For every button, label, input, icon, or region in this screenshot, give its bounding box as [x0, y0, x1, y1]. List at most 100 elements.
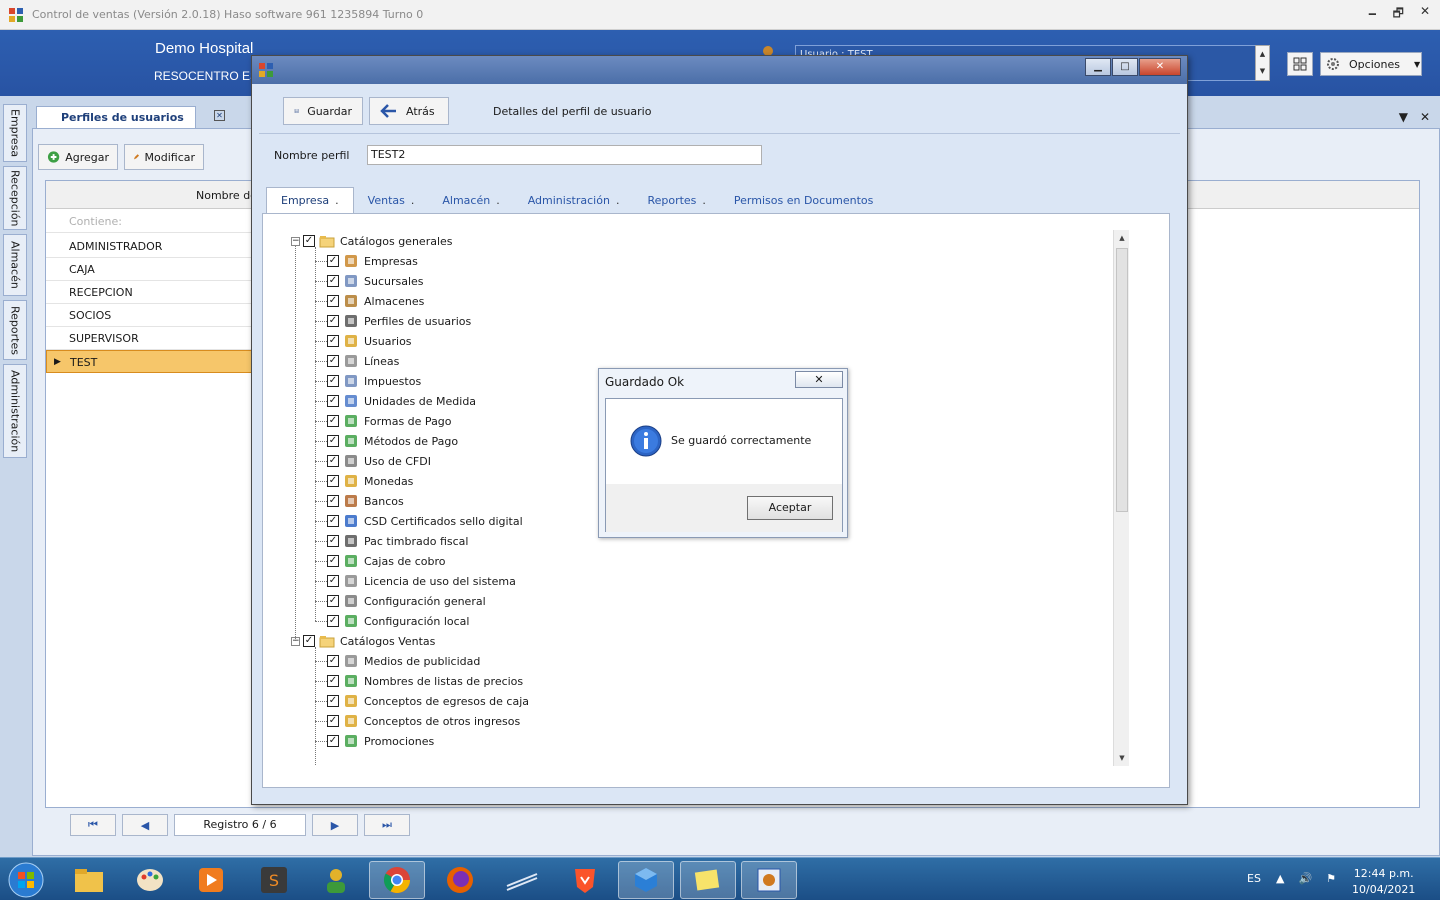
- tab-empresa[interactable]: Empresa.: [266, 187, 354, 213]
- collapse-icon[interactable]: −: [291, 236, 300, 246]
- next-record-button[interactable]: ▶: [312, 814, 358, 836]
- table-row[interactable]: SOCIOS: [46, 304, 256, 327]
- tree-item[interactable]: ✓ Impuestos: [327, 371, 421, 391]
- tab-ventas[interactable]: Ventas.: [354, 187, 429, 213]
- minimize-icon[interactable]: 🗕: [1368, 4, 1377, 25]
- permission-checkbox[interactable]: ✓: [327, 375, 339, 387]
- close-icon[interactable]: ✕: [1420, 4, 1430, 25]
- save-button[interactable]: Guardar: [283, 97, 363, 125]
- user-info-scroll[interactable]: ▲ ▼: [1255, 45, 1270, 81]
- side-tab-reportes[interactable]: Reportes: [3, 300, 27, 360]
- tree-item[interactable]: ✓ Configuración general: [327, 591, 486, 611]
- permission-checkbox[interactable]: ✓: [327, 255, 339, 267]
- taskbar-firefox[interactable]: [432, 861, 488, 899]
- permission-checkbox[interactable]: ✓: [327, 335, 339, 347]
- tree-item[interactable]: ✓ Formas de Pago: [327, 411, 452, 431]
- tree-item[interactable]: ✓ Promociones: [327, 731, 434, 751]
- dialog-close-button[interactable]: ✕: [795, 371, 843, 388]
- permission-checkbox[interactable]: ✓: [327, 695, 339, 707]
- tree-item[interactable]: ✓ Usuarios: [327, 331, 412, 351]
- taskbar-app-blue[interactable]: [618, 861, 674, 899]
- permission-checkbox[interactable]: ✓: [327, 395, 339, 407]
- tree-item[interactable]: ✓ Pac timbrado fiscal: [327, 531, 468, 551]
- tab-permisos-documentos[interactable]: Permisos en Documentos: [720, 187, 887, 213]
- permission-checkbox[interactable]: ✓: [327, 715, 339, 727]
- taskbar-explorer[interactable]: [61, 861, 117, 899]
- add-profile-button[interactable]: Agregar: [38, 144, 118, 170]
- tree-item[interactable]: ✓ Almacenes: [327, 291, 424, 311]
- permission-checkbox[interactable]: ✓: [327, 615, 339, 627]
- permission-checkbox[interactable]: ✓: [327, 315, 339, 327]
- close-tab-icon[interactable]: ✕: [214, 110, 225, 121]
- tree-item[interactable]: ✓ Unidades de Medida: [327, 391, 476, 411]
- detail-close-button[interactable]: ✕: [1139, 58, 1181, 76]
- permission-checkbox[interactable]: ✓: [327, 435, 339, 447]
- taskbar-app-lines[interactable]: [494, 861, 550, 899]
- tab-reportes[interactable]: Reportes.: [633, 187, 719, 213]
- taskbar-user-app[interactable]: [308, 861, 364, 899]
- taskbar-paint[interactable]: [122, 861, 178, 899]
- first-record-button[interactable]: ⏮: [70, 814, 116, 836]
- tree-item[interactable]: ✓ Métodos de Pago: [327, 431, 458, 451]
- permission-checkbox[interactable]: ✓: [327, 415, 339, 427]
- tree-item[interactable]: ✓ Licencia de uso del sistema: [327, 571, 516, 591]
- scroll-down-icon[interactable]: ▼: [1114, 750, 1130, 766]
- side-tab-administracion[interactable]: Administración: [3, 364, 27, 458]
- tree-item[interactable]: ✓ Perfiles de usuarios: [327, 311, 471, 331]
- close-doc-icon[interactable]: ✕: [1420, 110, 1430, 124]
- prev-record-button[interactable]: ◀: [122, 814, 168, 836]
- windows-start-icon[interactable]: [6, 861, 46, 899]
- back-button[interactable]: Atrás: [369, 97, 449, 125]
- profile-name-input[interactable]: TEST2: [367, 145, 762, 165]
- tree-item[interactable]: ✓ Cajas de cobro: [327, 551, 445, 571]
- permission-checkbox[interactable]: ✓: [303, 235, 315, 247]
- permission-checkbox[interactable]: ✓: [327, 455, 339, 467]
- tree-item[interactable]: ✓ Monedas: [327, 471, 413, 491]
- side-tab-recepcion[interactable]: Recepción: [3, 166, 27, 230]
- permission-checkbox[interactable]: ✓: [327, 555, 339, 567]
- scroll-thumb[interactable]: [1116, 248, 1128, 512]
- tree-item[interactable]: ✓ Uso de CFDI: [327, 451, 431, 471]
- tree-item[interactable]: ✓ Líneas: [327, 351, 399, 371]
- permission-checkbox[interactable]: ✓: [327, 735, 339, 747]
- restore-icon[interactable]: 🗗: [1393, 4, 1404, 25]
- taskbar-sticky-notes[interactable]: [680, 861, 736, 899]
- detail-maximize-button[interactable]: □: [1112, 58, 1138, 76]
- last-record-button[interactable]: ⏭: [364, 814, 410, 836]
- permission-checkbox[interactable]: ✓: [327, 355, 339, 367]
- tree-item[interactable]: ✓ CSD Certificados sello digital: [327, 511, 523, 531]
- tree-item[interactable]: ✓ Conceptos de otros ingresos: [327, 711, 520, 731]
- side-tab-empresa[interactable]: Empresa: [3, 104, 27, 162]
- permission-checkbox[interactable]: ✓: [327, 535, 339, 547]
- permission-checkbox[interactable]: ✓: [327, 495, 339, 507]
- tray-language[interactable]: ES: [1247, 872, 1261, 885]
- grid-filter-input[interactable]: Contiene:: [46, 211, 256, 233]
- permission-checkbox[interactable]: ✓: [327, 575, 339, 587]
- taskbar-sublime[interactable]: S: [246, 861, 302, 899]
- tab-administracion[interactable]: Administración.: [514, 187, 634, 213]
- accept-button[interactable]: Aceptar: [747, 496, 833, 520]
- table-row[interactable]: CAJA: [46, 258, 256, 281]
- permission-checkbox[interactable]: ✓: [327, 595, 339, 607]
- tree-group-catalogos-ventas[interactable]: − ✓ Catálogos Ventas: [291, 631, 435, 651]
- taskbar-chrome[interactable]: [369, 861, 425, 899]
- permission-checkbox[interactable]: ✓: [327, 655, 339, 667]
- table-row[interactable]: ADMINISTRADOR: [46, 235, 256, 258]
- permission-checkbox[interactable]: ✓: [327, 475, 339, 487]
- network-icon[interactable]: ⚑: [1326, 872, 1336, 885]
- tree-item[interactable]: ✓ Empresas: [327, 251, 418, 271]
- tree-item[interactable]: ✓ Bancos: [327, 491, 404, 511]
- permission-checkbox[interactable]: ✓: [327, 275, 339, 287]
- taskbar-brave[interactable]: [557, 861, 613, 899]
- tree-item[interactable]: ✓ Nombres de listas de precios: [327, 671, 523, 691]
- tree-item[interactable]: ✓ Configuración local: [327, 611, 469, 631]
- grid-view-button[interactable]: [1287, 52, 1313, 76]
- side-tab-almacen[interactable]: Almacén: [3, 234, 27, 296]
- tray-clock[interactable]: 12:44 p.m. 10/04/2021: [1352, 866, 1415, 898]
- options-button[interactable]: Opciones ▼: [1320, 52, 1422, 76]
- taskbar-media[interactable]: [183, 861, 239, 899]
- table-row[interactable]: RECEPCION: [46, 281, 256, 304]
- permission-checkbox[interactable]: ✓: [327, 515, 339, 527]
- tree-scrollbar[interactable]: ▲ ▼: [1113, 230, 1129, 766]
- tree-item[interactable]: ✓ Sucursales: [327, 271, 424, 291]
